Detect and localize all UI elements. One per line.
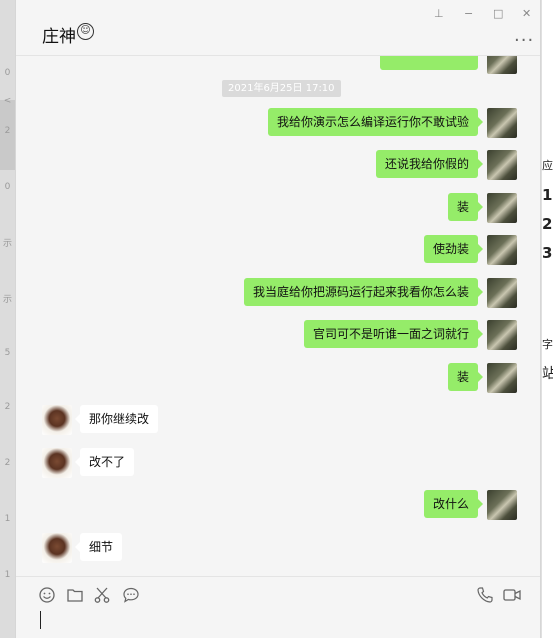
input-area xyxy=(16,576,540,638)
minimize-button[interactable]: − xyxy=(464,7,473,20)
message-bubble[interactable]: 我当庭给你把源码运行起来我看你怎么装 xyxy=(243,278,478,306)
background-text: 2 xyxy=(4,458,11,468)
my-avatar[interactable] xyxy=(487,235,517,265)
background-text: 0 xyxy=(4,182,11,192)
smiley-emoji-icon: ☺ xyxy=(77,23,94,40)
my-avatar[interactable] xyxy=(487,490,517,520)
bubble-arrow xyxy=(478,499,483,509)
my-avatar[interactable] xyxy=(487,150,517,180)
message-bubble[interactable]: 改什么 xyxy=(423,490,478,518)
chat-title: 庄神 xyxy=(42,27,76,47)
contact-avatar[interactable] xyxy=(42,448,72,478)
background-app-right xyxy=(541,0,553,638)
my-avatar[interactable] xyxy=(487,320,517,350)
message-bubble[interactable]: 我给你演示怎么编译运行你不敢试验 xyxy=(267,108,478,136)
message-bubble[interactable]: 细节 xyxy=(80,533,123,561)
my-avatar[interactable] xyxy=(487,363,517,393)
message-list[interactable]: 2021年6月25日 17:10 我给你演示怎么编译运行你不敢试验 还说我给你假… xyxy=(16,56,540,576)
background-text: 5 xyxy=(4,348,11,358)
background-text: 1 xyxy=(4,514,11,524)
bubble-arrow xyxy=(478,372,483,382)
message-bubble[interactable]: 装 xyxy=(447,363,478,391)
title-bar: 庄神 ☺ ⊥ − □ ✕ ··· xyxy=(16,0,540,56)
background-text: 2 xyxy=(4,126,11,136)
bubble-arrow xyxy=(478,329,483,339)
more-options-button[interactable]: ··· xyxy=(514,30,534,51)
background-text: 1 xyxy=(4,570,11,580)
message-bubble[interactable]: 装 xyxy=(447,193,478,221)
chat-window: 庄神 ☺ ⊥ − □ ✕ ··· 2021年6月25日 17:10 我给你演示怎… xyxy=(15,0,541,638)
pin-icon[interactable]: ⊥ xyxy=(434,7,444,20)
video-icon[interactable] xyxy=(502,586,522,604)
background-text: < xyxy=(3,96,12,106)
message-bubble[interactable] xyxy=(380,56,478,70)
background-text: 站 xyxy=(542,366,553,382)
message-bubble[interactable]: 使劲装 xyxy=(423,235,478,263)
message-bubble[interactable]: 那你继续改 xyxy=(80,405,159,433)
message-bubble[interactable]: 改不了 xyxy=(80,448,135,476)
background-text: 应用 xyxy=(542,159,553,172)
my-avatar[interactable] xyxy=(487,108,517,138)
background-text: 2 xyxy=(542,215,553,233)
timestamp: 2021年6月25日 17:10 xyxy=(222,80,341,97)
bubble-arrow xyxy=(478,287,483,297)
contact-avatar[interactable] xyxy=(42,533,72,563)
my-avatar[interactable] xyxy=(487,278,517,308)
bubble-arrow xyxy=(478,244,483,254)
contact-avatar[interactable] xyxy=(42,405,72,435)
phone-icon[interactable] xyxy=(476,586,494,604)
background-text: 示 xyxy=(2,295,12,305)
emoji-icon[interactable] xyxy=(38,586,56,604)
chat-bubble-icon[interactable] xyxy=(122,586,140,604)
maximize-button[interactable]: □ xyxy=(493,7,503,20)
bubble-arrow xyxy=(478,202,483,212)
text-input-caret[interactable] xyxy=(40,611,41,629)
scissors-icon[interactable] xyxy=(93,586,111,604)
close-button[interactable]: ✕ xyxy=(522,7,531,20)
my-avatar[interactable] xyxy=(487,56,517,74)
bubble-arrow xyxy=(478,117,483,127)
my-avatar[interactable] xyxy=(487,193,517,223)
background-app-left: 0 < 2 0 示 示 5 2 2 1 1 xyxy=(0,0,15,638)
message-bubble[interactable]: 官司可不是听谁一面之词就行 xyxy=(303,320,478,348)
background-text: 0 xyxy=(4,68,11,78)
message-bubble[interactable]: 还说我给你假的 xyxy=(375,150,478,178)
background-text: 示 xyxy=(2,239,12,249)
bubble-arrow xyxy=(478,159,483,169)
background-text: 1 xyxy=(542,186,553,204)
background-text: 字 xyxy=(542,338,553,351)
background-text: 3 xyxy=(542,244,553,262)
background-text: 2 xyxy=(4,402,11,412)
folder-icon[interactable] xyxy=(66,586,84,604)
